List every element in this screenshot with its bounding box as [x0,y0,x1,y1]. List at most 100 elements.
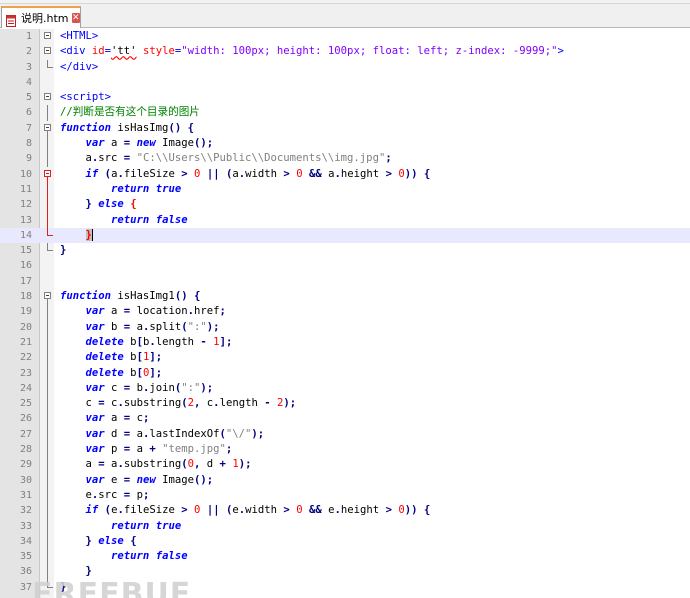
code-line[interactable]: 11 return true [0,181,690,198]
code-token: (); [194,137,214,150]
code-line[interactable]: 8 var a = new Image(); [0,136,690,152]
code-text: } else { [60,197,137,212]
fold-guide [47,197,48,213]
code-text: a = a.substring(0, d + 1); [60,457,252,472]
code-token: ]; [149,351,163,364]
code-token: var [85,320,105,333]
code-line[interactable]: 25 c = c.substring(2, c.length - 2); [0,396,690,412]
code-line[interactable]: 30 var e = new Image(); [0,472,690,488]
code-line[interactable]: 17 [0,274,690,289]
code-line[interactable]: 2 <div id='tt' style="width: 100px; heigh… [0,44,690,59]
fold-toggle-icon[interactable] [44,169,51,177]
fold-guide [47,426,48,443]
code-token: true [155,519,182,532]
code-line[interactable]: 9 a.src = "C:\\Users\\Public\\Documents\… [0,151,690,167]
fold-guide [47,181,48,198]
fold-guide [47,212,48,228]
code-line[interactable]: 35 return false [0,549,690,565]
line-number: 35 [19,551,32,563]
line-number: 36 [19,566,32,578]
fold-toggle-icon[interactable] [44,93,51,101]
code-line[interactable]: 20 var b = a.split(":"); [0,319,690,335]
code-line[interactable]: 15} [0,243,690,258]
fold-toggle-icon[interactable] [44,123,51,131]
code-token: length [219,397,265,410]
code-token: height [340,504,386,517]
code-token: </div> [60,60,99,73]
code-token: || [206,167,220,180]
code-token: Image [155,473,194,486]
code-text: delete b[b.length - 1]; [60,335,233,350]
code-line[interactable]: 12 } else { [0,197,690,213]
code-token: ":" [181,381,201,394]
code-line[interactable]: 6 //判断是否有这个目录的图片 [0,105,690,121]
code-text: var e = new Image(); [60,473,214,488]
code-token: substring [123,458,182,471]
code-text: var a = c; [60,411,150,426]
code-token: b [123,366,137,379]
code-token: fileSize [123,504,182,517]
code-token: a [130,320,143,333]
code-token: delete [85,351,124,364]
code-token: d [200,458,220,471]
watermark: FREEBUF [32,577,192,598]
code-line[interactable]: 28 var p = a + "temp.jpg"; [0,442,690,458]
code-token: delete [85,335,124,348]
code-token: //判断是否有这个目录的图片 [60,106,200,119]
code-line[interactable]: 14 } [0,227,690,244]
line-number: 19 [19,306,32,318]
code-text: //判断是否有这个目录的图片 [60,105,200,120]
code-token: { [130,534,137,547]
code-editor[interactable]: 1 <HTML> 2 <div id='tt' style="width: 100px… [0,29,690,598]
code-line[interactable]: 3 </div> [0,59,690,75]
code-line[interactable]: 31 e.src = p; [0,487,690,504]
code-text: </div> [60,60,98,75]
code-line[interactable]: 5 <script> [0,90,690,105]
code-line[interactable]: 18 function isHasImg1() { [0,289,690,305]
fold-guide [47,472,48,488]
fold-guide [47,518,48,534]
code-text: return true [60,519,181,534]
code-token: style [142,45,175,58]
code-line[interactable]: 4 [0,75,690,90]
fold-toggle-icon[interactable] [44,47,51,55]
code-area[interactable]: 1 <HTML> 2 <div id='tt' style="width: 100px… [0,29,690,595]
fold-toggle-icon[interactable] [44,292,51,300]
code-line[interactable]: 13 return false [0,212,690,228]
code-line[interactable]: 16 [0,258,690,273]
code-line[interactable]: 10 if (a.fileSize > 0 || (a.width > 0 &&… [0,167,690,182]
code-line[interactable]: 1 <HTML> [0,29,690,44]
code-line[interactable]: 29 a = a.substring(0, d + 1); [0,457,690,473]
close-icon[interactable]: ✕ [71,13,80,23]
code-token: c [60,397,99,410]
code-line[interactable]: 27 var d = a.lastIndexOf("\/"); [0,426,690,443]
code-line[interactable]: 7 function isHasImg() { [0,121,690,137]
code-token: var [85,473,105,486]
line-number: 30 [19,474,32,486]
tab-file[interactable]: 说明.htm ✕ [1,6,81,28]
code-line[interactable]: 21 delete b[b.length - 1]; [0,334,690,351]
fold-end-marker [47,234,53,236]
code-line[interactable]: 19 var a = location.href; [0,304,690,320]
fold-guide [47,365,48,381]
code-line[interactable]: 32 if (e.fileSize > 0 || (e.width > 0 &&… [0,503,690,519]
line-number: 16 [19,260,32,272]
fold-toggle-icon[interactable] [44,32,51,39]
fold-guide [47,549,48,565]
code-token: } [60,244,67,257]
code-line[interactable]: 23 delete b[0]; [0,365,690,381]
code-token: delete [85,366,124,379]
code-line[interactable]: 22 delete b[1]; [0,350,690,366]
code-line[interactable]: 26 var a = c; [0,411,690,427]
code-line[interactable]: 24 var c = b.join(":"); [0,380,690,397]
code-line[interactable]: 33 return true [0,518,690,534]
code-line[interactable]: 34 } else { [0,533,690,550]
